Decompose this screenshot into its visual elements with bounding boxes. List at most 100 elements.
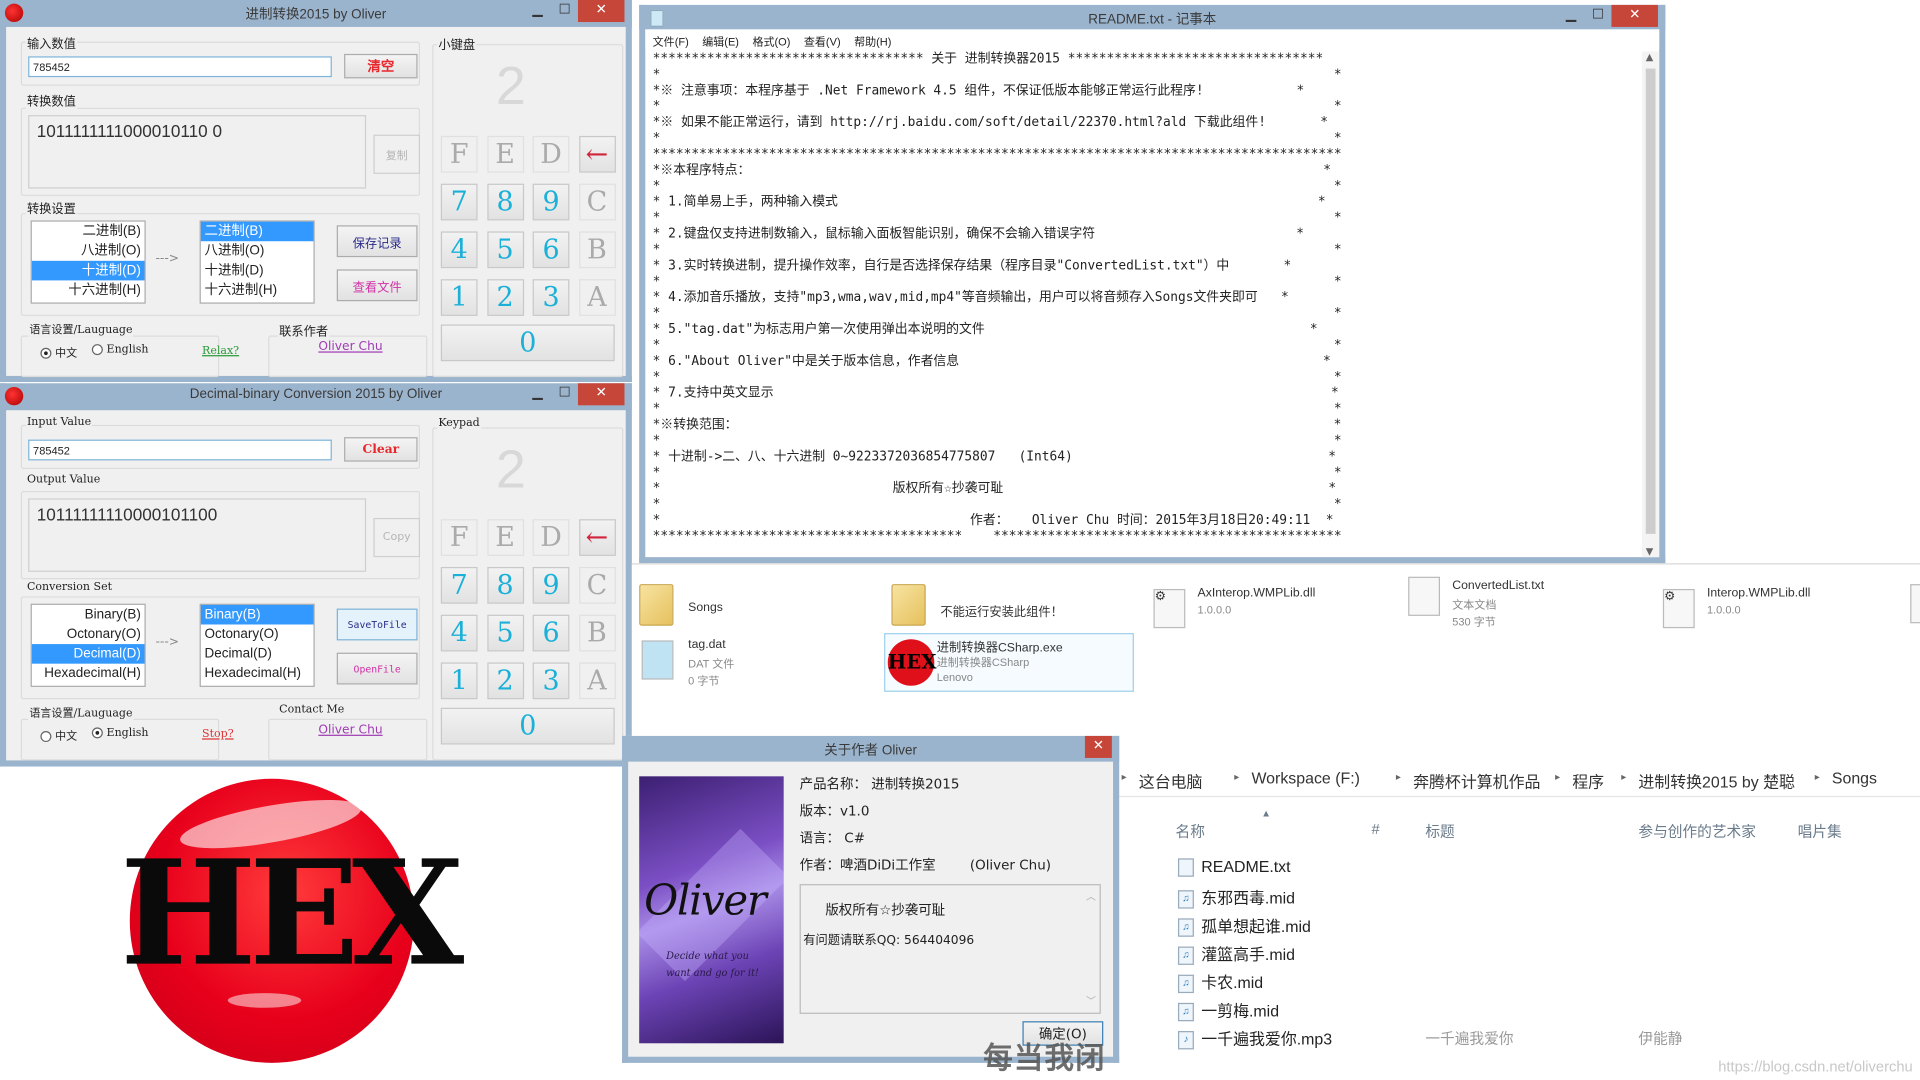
contact-author-link[interactable]: Oliver Chu	[318, 340, 382, 353]
key-a[interactable]: A	[578, 279, 616, 316]
file-item[interactable]: tag.dat DAT 文件 0 字节	[637, 636, 882, 690]
view-file-button[interactable]: OpenFile	[336, 652, 418, 685]
file-row[interactable]: ♫ 卡农.mid	[1177, 970, 1263, 994]
key-e[interactable]: E	[486, 135, 524, 173]
copy-button[interactable]: Copy	[373, 517, 421, 558]
file-item[interactable]: Songs	[637, 584, 882, 638]
from-base-list[interactable]: 二进制(B) 八进制(O) 十进制(D) 十六进制(H)	[30, 220, 146, 304]
minimize-button[interactable]: ▁	[524, 383, 551, 405]
title-bar[interactable]: Decimal-binary Conversion 2015 by Oliver…	[0, 383, 632, 411]
to-base-list[interactable]: Binary(B) Octonary(O) Decimal(D) Hexadecima…	[199, 603, 315, 687]
file-item[interactable]: HEX 进制转换器CSharp.exe 进制转换器CSharp Lenovo	[884, 633, 1134, 692]
radio-english[interactable]: English	[91, 344, 149, 356]
input-value-field[interactable]: 785452	[28, 56, 332, 78]
key-f[interactable]: F	[440, 519, 478, 556]
minimize-button[interactable]: ▁	[1558, 5, 1585, 27]
radio-button-icon[interactable]	[40, 731, 52, 743]
from-base-option[interactable]: Octonary(O)	[32, 624, 145, 644]
key-a[interactable]: A	[578, 662, 616, 700]
column-header-3[interactable]: 参与创作的艺术家	[1638, 820, 1756, 841]
file-item[interactable]: 不能运行安装此组件！	[889, 584, 1134, 638]
close-button[interactable]: ✕	[1611, 4, 1658, 27]
title-bar[interactable]: 进制转换2015 by Oliver ▁ ☐ ✕	[0, 0, 632, 27]
save-button[interactable]: SaveToFile	[336, 608, 418, 641]
file-row[interactable]: ♫ 孤单想起谁.mid	[1177, 913, 1311, 937]
maximize-button[interactable]: ☐	[1585, 5, 1612, 27]
key-d[interactable]: D	[532, 135, 570, 173]
file-row[interactable]: README.txt	[1177, 857, 1291, 877]
key-e[interactable]: E	[486, 519, 524, 556]
key-9[interactable]: 9	[532, 566, 570, 604]
clear-button[interactable]: 清空	[344, 53, 418, 79]
from-base-option[interactable]: Hexadecimal(H)	[32, 664, 145, 684]
key-8[interactable]: 8	[486, 566, 524, 604]
from-base-option[interactable]: 十进制(D)	[31, 260, 145, 281]
file-row[interactable]: ♫ 灌篮高手.mid	[1177, 942, 1295, 965]
from-base-list[interactable]: Binary(B) Octonary(O) Decimal(D) Hexadecima…	[30, 603, 146, 687]
close-button[interactable]: ✕	[577, 0, 625, 23]
file-row[interactable]: ♫ 一剪梅.mid	[1177, 998, 1279, 1022]
to-base-option[interactable]: 十进制(D)	[201, 261, 314, 281]
radio-button-icon[interactable]	[40, 347, 52, 359]
maximize-button[interactable]: ☐	[551, 0, 578, 22]
radio-button-icon[interactable]	[91, 727, 103, 739]
output-value-field[interactable]: 1011111111000010110 0	[28, 115, 367, 189]
backspace-key[interactable]: ←	[578, 519, 616, 556]
column-header-0[interactable]: 名称	[1176, 820, 1205, 841]
key-3[interactable]: 3	[532, 279, 570, 316]
key-1[interactable]: 1	[440, 279, 478, 316]
key-b[interactable]: B	[578, 614, 616, 652]
key-6[interactable]: 6	[532, 614, 570, 652]
breadcrumb-item[interactable]: 进制转换2015 by 楚聪	[1638, 769, 1795, 792]
maximize-button[interactable]: ☐	[551, 383, 578, 405]
menu-item-4[interactable]: 帮助(H)	[854, 33, 891, 49]
key-c[interactable]: C	[578, 183, 616, 221]
file-row[interactable]: ♫ 东邪西毒.mid	[1177, 885, 1295, 909]
to-base-option[interactable]: Hexadecimal(H)	[201, 664, 314, 684]
breadcrumb-item[interactable]: 这台电脑	[1139, 769, 1203, 792]
close-button[interactable]: ✕	[577, 383, 625, 406]
column-header-1[interactable]: #	[1371, 820, 1379, 837]
copy-button[interactable]: 复制	[373, 134, 421, 174]
key-9[interactable]: 9	[532, 183, 570, 221]
view-file-button[interactable]: 查看文件	[336, 269, 418, 302]
address-bar[interactable]: ▸ 这台电脑 ▸ Workspace (F:) ▸ 奔腾杯计算机作品 ▸ 程序 ▸ 进制转换201…	[1116, 764, 1920, 798]
menu-item-1[interactable]: 编辑(E)	[702, 33, 739, 49]
file-item[interactable]: ⚙ Interop.WMPLib.dll 1.0.0.0	[1656, 584, 1901, 638]
music-toggle-link[interactable]: Relax?	[202, 345, 239, 357]
key-5[interactable]: 5	[486, 614, 524, 652]
key-5[interactable]: 5	[486, 231, 524, 269]
key-c[interactable]: C	[578, 566, 616, 604]
breadcrumb-item[interactable]: 奔腾杯计算机作品	[1413, 769, 1540, 792]
save-button[interactable]: 保存记录	[336, 225, 418, 258]
key-2[interactable]: 2	[486, 662, 524, 700]
key-b[interactable]: B	[578, 231, 616, 269]
from-base-option[interactable]: 八进制(O)	[32, 241, 145, 261]
column-header-2[interactable]: 标题	[1425, 820, 1454, 841]
to-base-option[interactable]: Binary(B)	[200, 604, 314, 625]
menu-item-3[interactable]: 查看(V)	[804, 33, 841, 49]
menu-item-2[interactable]: 格式(O)	[752, 33, 790, 49]
close-button[interactable]: ✕	[1084, 735, 1112, 758]
key-7[interactable]: 7	[440, 183, 478, 221]
key-8[interactable]: 8	[486, 183, 524, 221]
from-base-option[interactable]: Decimal(D)	[31, 644, 145, 664]
notepad-text-area[interactable]: *********************************** 关于 进…	[652, 51, 1640, 553]
breadcrumb-item[interactable]: 程序	[1572, 769, 1604, 792]
to-base-list[interactable]: 二进制(B) 八进制(O) 十进制(D) 十六进制(H)	[199, 220, 315, 304]
key-1[interactable]: 1	[440, 662, 478, 700]
menu-item-0[interactable]: 文件(F)	[653, 33, 689, 49]
radio-button-icon[interactable]	[91, 344, 103, 356]
music-toggle-link[interactable]: Stop?	[202, 729, 234, 741]
file-row[interactable]: ♪ 一千遍我爱你.mp3	[1177, 1026, 1332, 1050]
key-2[interactable]: 2	[486, 279, 524, 316]
output-value-field[interactable]: 10111111110000101100	[28, 498, 367, 572]
minimize-button[interactable]: ▁	[524, 0, 551, 22]
key-6[interactable]: 6	[532, 231, 570, 269]
title-bar[interactable]: 关于作者 Oliver ✕	[622, 735, 1120, 762]
from-base-option[interactable]: 二进制(B)	[32, 222, 145, 242]
to-base-option[interactable]: 十六进制(H)	[201, 280, 314, 300]
from-base-option[interactable]: Binary(B)	[32, 605, 145, 625]
title-bar[interactable]: README.txt - 记事本 ▁ ☐ ✕	[639, 4, 1666, 30]
contact-author-link[interactable]: Oliver Chu	[318, 724, 382, 737]
